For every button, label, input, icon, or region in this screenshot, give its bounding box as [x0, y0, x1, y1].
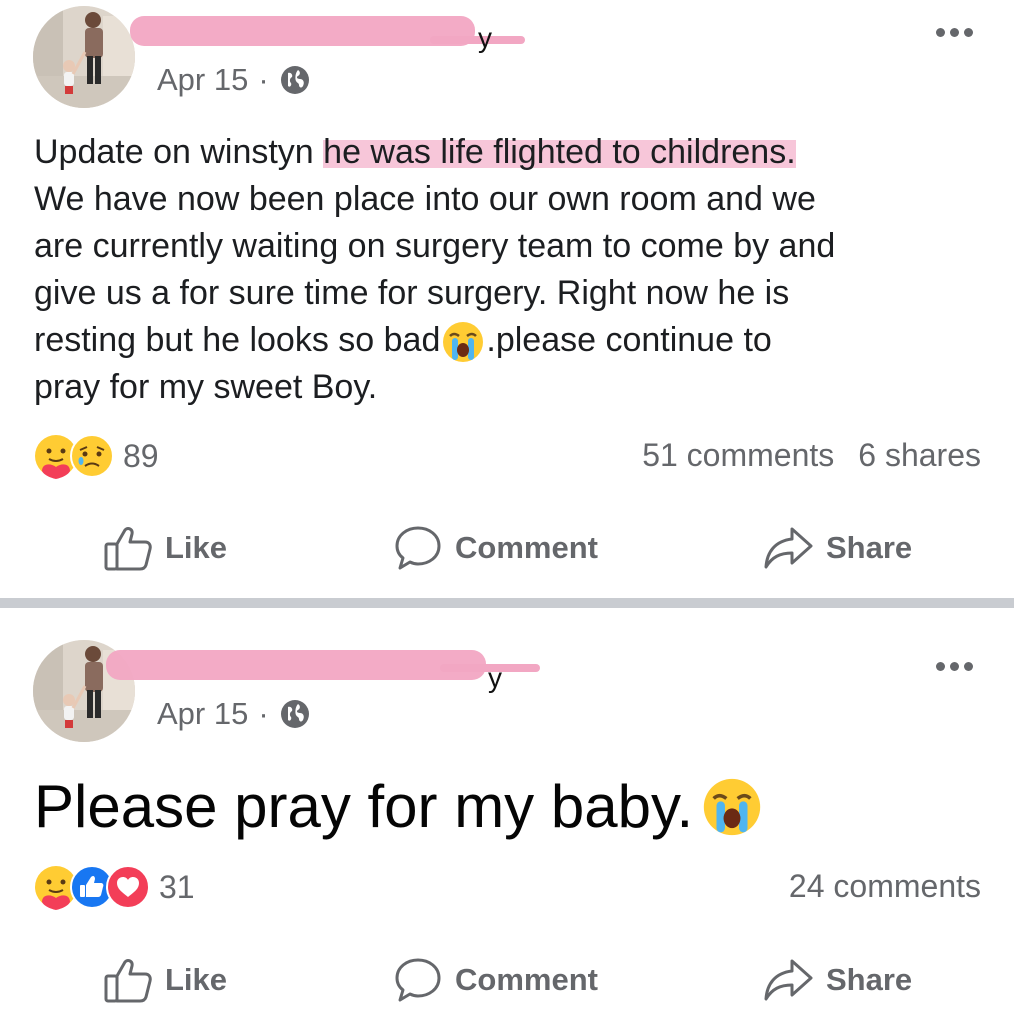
like-button[interactable]: Like — [103, 524, 227, 572]
reaction-summary[interactable]: 31 — [33, 864, 195, 910]
comment-bubble-icon — [395, 958, 441, 1002]
like-label: Like — [165, 530, 228, 565]
engagement-counts: 24 comments — [789, 868, 981, 905]
post-text-line: We have now been place into our own room… — [34, 180, 816, 218]
globe-icon — [280, 66, 309, 94]
post-text-line: are currently waiting on surgery team to… — [34, 227, 836, 265]
comment-label: Comment — [455, 962, 598, 997]
like-button[interactable]: Like — [103, 956, 227, 1004]
redacted-name — [106, 650, 486, 680]
post-date[interactable]: Apr 15 — [157, 62, 248, 98]
share-button[interactable]: Share — [762, 956, 912, 1004]
highlighted-text: he was life flighted to childrens. — [323, 133, 796, 171]
post-text-line: give us a for sure time for surgery. Rig… — [34, 274, 790, 312]
post-text: Please pray for my baby. — [34, 772, 765, 842]
post-1: y Apr 15 · Update on winstyn he was life… — [0, 0, 1014, 598]
share-label: Share — [826, 530, 913, 565]
more-options-icon[interactable] — [936, 662, 973, 671]
post-text-line: resting but he looks so bad — [34, 321, 441, 359]
sad-reaction-icon — [70, 434, 114, 478]
post-text-line: Please pray for my baby. — [34, 773, 694, 840]
share-label: Share — [826, 962, 913, 997]
redacted-name-residue: y — [478, 22, 492, 53]
post-divider — [0, 598, 1014, 608]
crying-face-emoji-icon — [443, 322, 484, 363]
share-button[interactable]: Share — [762, 524, 912, 572]
globe-icon — [280, 700, 309, 728]
more-options-icon[interactable] — [936, 28, 973, 37]
comment-label: Comment — [455, 530, 598, 565]
post-text-line: Update on winstyn — [34, 133, 324, 171]
meta-separator: · — [258, 696, 269, 731]
comment-button[interactable]: Comment — [393, 956, 598, 1004]
redacted-name — [130, 16, 475, 46]
love-reaction-icon — [106, 865, 150, 909]
thumbs-up-icon — [104, 959, 152, 1003]
shares-count[interactable]: 6 shares — [858, 437, 981, 474]
post-meta: Apr 15 · — [157, 696, 311, 732]
post-date[interactable]: Apr 15 — [157, 696, 248, 732]
share-arrow-icon — [764, 959, 813, 1001]
post-text-line: pray for my sweet Boy. — [34, 368, 378, 407]
reaction-summary[interactable]: 89 — [33, 433, 159, 479]
thumbs-up-icon — [104, 527, 152, 571]
comment-bubble-icon — [395, 526, 441, 570]
avatar[interactable] — [33, 6, 135, 108]
like-label: Like — [165, 962, 228, 997]
comments-count[interactable]: 51 comments — [642, 437, 834, 474]
post-text-line: .please continue to — [486, 321, 772, 359]
share-arrow-icon — [764, 527, 813, 569]
post-text: Update on winstyn he was life flighted t… — [34, 129, 994, 411]
comment-button[interactable]: Comment — [393, 524, 598, 572]
meta-separator: · — [258, 62, 269, 97]
comments-count[interactable]: 24 comments — [789, 868, 981, 905]
reaction-count: 89 — [123, 437, 159, 474]
post-meta: Apr 15 · — [157, 62, 311, 98]
crying-face-emoji-icon — [704, 778, 761, 836]
redacted-name-residue: y — [488, 662, 502, 693]
post-2: y Apr 15 · Please pray for my baby. 31 2… — [0, 608, 1014, 1024]
reaction-count: 31 — [159, 868, 195, 905]
engagement-counts: 51 comments 6 shares — [642, 437, 981, 474]
